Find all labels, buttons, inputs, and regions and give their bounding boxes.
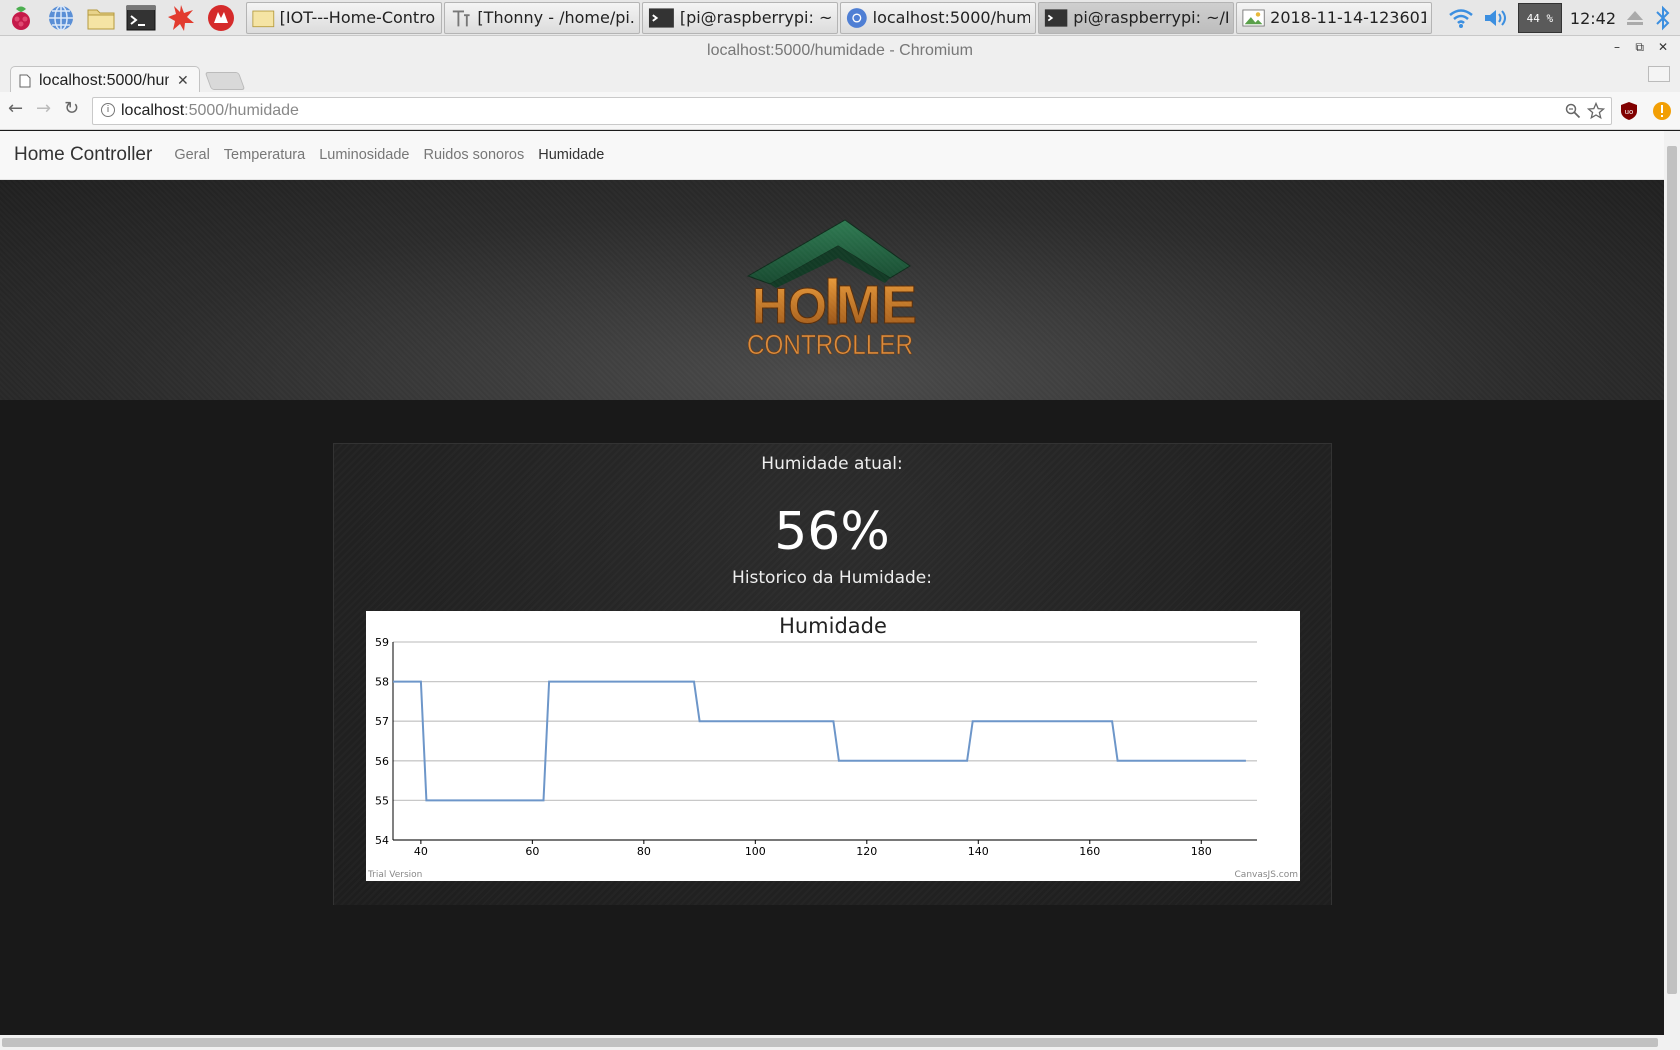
terminal-icon xyxy=(1044,8,1068,27)
web-browser-icon[interactable] xyxy=(46,3,76,33)
y-tick-label: 54 xyxy=(375,834,389,847)
humidity-chart-svg: Humidade 54 55 56 57 58 59 40 60 80 100 120 140 160 1… xyxy=(367,614,1298,880)
eject-icon[interactable] xyxy=(1624,7,1646,29)
wolfram-icon[interactable] xyxy=(206,3,236,33)
task-label: [Thonny - /home/pi... xyxy=(477,8,634,27)
task-terminal-home[interactable]: [pi@raspberrypi: ~] xyxy=(642,1,838,34)
hero-header: HO ME CONTROLLER xyxy=(0,180,1664,400)
current-humidity-value: 56% xyxy=(774,502,890,562)
nav-link-temperatura[interactable]: Temperatura xyxy=(224,147,305,163)
close-icon[interactable]: ✕ xyxy=(1658,40,1668,54)
svg-text:ME: ME xyxy=(836,275,917,335)
url-host: localhost xyxy=(121,102,185,119)
chart-title: Humidade xyxy=(779,614,887,638)
cpu-monitor[interactable]: 44 % xyxy=(1517,3,1562,33)
page-icon xyxy=(19,74,31,87)
raspberry-menu-icon[interactable] xyxy=(6,3,36,33)
browser-toolbar: ← → ↻ i localhost:5000/humidade uo xyxy=(0,92,1680,130)
task-thonny[interactable]: [Thonny - /home/pi... xyxy=(444,1,640,34)
svg-text:uo: uo xyxy=(1625,108,1634,116)
window-titlebar[interactable]: localhost:5000/humidade - Chromium – ⧉ ✕ xyxy=(0,36,1680,64)
thonny-icon xyxy=(452,10,470,26)
y-tick-label: 55 xyxy=(375,794,389,807)
x-tick-label: 160 xyxy=(1079,845,1100,858)
mathematica-icon[interactable] xyxy=(166,3,196,33)
tab-strip: localhost:5000/humidade ✕ xyxy=(0,64,1680,94)
launcher-group xyxy=(0,3,236,33)
y-tick-label: 58 xyxy=(375,676,389,689)
url-path: :5000/humidade xyxy=(184,102,299,119)
image-icon xyxy=(1242,9,1265,26)
task-image-viewer[interactable]: 2018-11-14-123601... xyxy=(1236,1,1432,34)
x-tick-label: 80 xyxy=(637,845,651,858)
home-controller-logo: HO ME CONTROLLER xyxy=(747,219,918,360)
os-taskbar: [IOT---Home-Controll... [Thonny - /home/… xyxy=(0,0,1680,36)
system-tray: 44 % 12:42 xyxy=(1448,0,1680,36)
humidity-history-label: Historico da Humidade: xyxy=(732,568,932,588)
site-navbar: Home Controller Geral Temperatura Lumino… xyxy=(0,131,1664,180)
terminal-icon[interactable] xyxy=(126,3,156,33)
x-tick-label: 60 xyxy=(525,845,539,858)
humidity-chart: Humidade 54 55 56 57 58 59 40 60 80 100 120 140 160 1… xyxy=(366,611,1300,881)
nav-link-geral[interactable]: Geral xyxy=(174,147,209,163)
logo-word-home: HO xyxy=(752,278,827,334)
window-title: localhost:5000/humidade - Chromium xyxy=(707,42,973,59)
y-tick-label: 59 xyxy=(375,636,389,649)
task-list: [IOT---Home-Controll... [Thonny - /home/… xyxy=(246,1,1434,34)
task-label: [IOT---Home-Controll... xyxy=(279,8,436,27)
file-manager-icon[interactable] xyxy=(86,3,116,33)
nav-link-ruidos-sonoros[interactable]: Ruidos sonoros xyxy=(424,147,525,163)
x-tick-label: 120 xyxy=(856,845,877,858)
chart-watermark-trial: Trial Version xyxy=(367,870,422,880)
chromium-icon xyxy=(846,7,867,28)
url-text[interactable]: localhost:5000/humidade xyxy=(121,102,299,120)
y-tick-label: 56 xyxy=(375,755,389,768)
task-label: localhost:5000/hum... xyxy=(872,8,1030,27)
task-chromium[interactable]: localhost:5000/hum... xyxy=(840,1,1036,34)
task-label: 2018-11-14-123601... xyxy=(1270,8,1426,27)
humidity-series-line xyxy=(393,680,1246,802)
y-tick-label: 57 xyxy=(375,715,389,728)
current-humidity-label: Humidade atual: xyxy=(761,454,903,474)
task-label: [pi@raspberrypi: ~] xyxy=(679,8,832,27)
alert-icon[interactable] xyxy=(1652,101,1672,121)
restore-icon[interactable]: ⧉ xyxy=(1635,40,1644,55)
vertical-scroll-thumb[interactable] xyxy=(1667,146,1677,994)
task-label: pi@raspberrypi: ~/D... xyxy=(1073,8,1228,27)
tab-title: localhost:5000/humidade xyxy=(39,71,169,89)
address-bar[interactable]: i localhost:5000/humidade xyxy=(92,97,1612,125)
info-icon[interactable]: i xyxy=(101,103,115,117)
profile-icon[interactable] xyxy=(1648,66,1670,82)
back-icon[interactable]: ← xyxy=(8,98,23,119)
horizontal-scroll-thumb[interactable] xyxy=(2,1038,1658,1047)
bluetooth-icon[interactable] xyxy=(1654,5,1672,31)
clock[interactable]: 12:42 xyxy=(1570,9,1616,28)
terminal-icon xyxy=(648,7,674,28)
new-tab-button[interactable] xyxy=(204,72,246,90)
site-brand[interactable]: Home Controller xyxy=(14,144,152,166)
x-tick-label: 140 xyxy=(968,845,989,858)
forward-icon[interactable]: → xyxy=(36,98,51,119)
wifi-icon[interactable] xyxy=(1448,6,1474,30)
task-file-manager[interactable]: [IOT---Home-Controll... xyxy=(246,1,442,34)
nav-link-humidade[interactable]: Humidade xyxy=(538,147,604,163)
folder-icon xyxy=(252,10,275,27)
ublock-icon[interactable]: uo xyxy=(1620,101,1638,121)
browser-tab[interactable]: localhost:5000/humidade ✕ xyxy=(10,66,200,94)
x-tick-label: 100 xyxy=(745,845,766,858)
task-terminal-desktop[interactable]: pi@raspberrypi: ~/D... xyxy=(1038,1,1234,34)
nav-link-luminosidade[interactable]: Luminosidade xyxy=(319,147,409,163)
bookmark-star-icon[interactable] xyxy=(1587,102,1605,120)
reload-icon[interactable]: ↻ xyxy=(64,98,79,119)
volume-icon[interactable] xyxy=(1482,6,1510,30)
minimize-icon[interactable]: – xyxy=(1614,40,1620,54)
x-tick-label: 40 xyxy=(414,845,428,858)
x-tick-label: 180 xyxy=(1191,845,1212,858)
zoom-icon[interactable] xyxy=(1565,103,1581,119)
close-tab-icon[interactable]: ✕ xyxy=(177,73,189,89)
logo-word-controller: CONTROLLER xyxy=(747,329,913,360)
chart-watermark-canvasjs[interactable]: CanvasJS.com xyxy=(1235,870,1298,880)
